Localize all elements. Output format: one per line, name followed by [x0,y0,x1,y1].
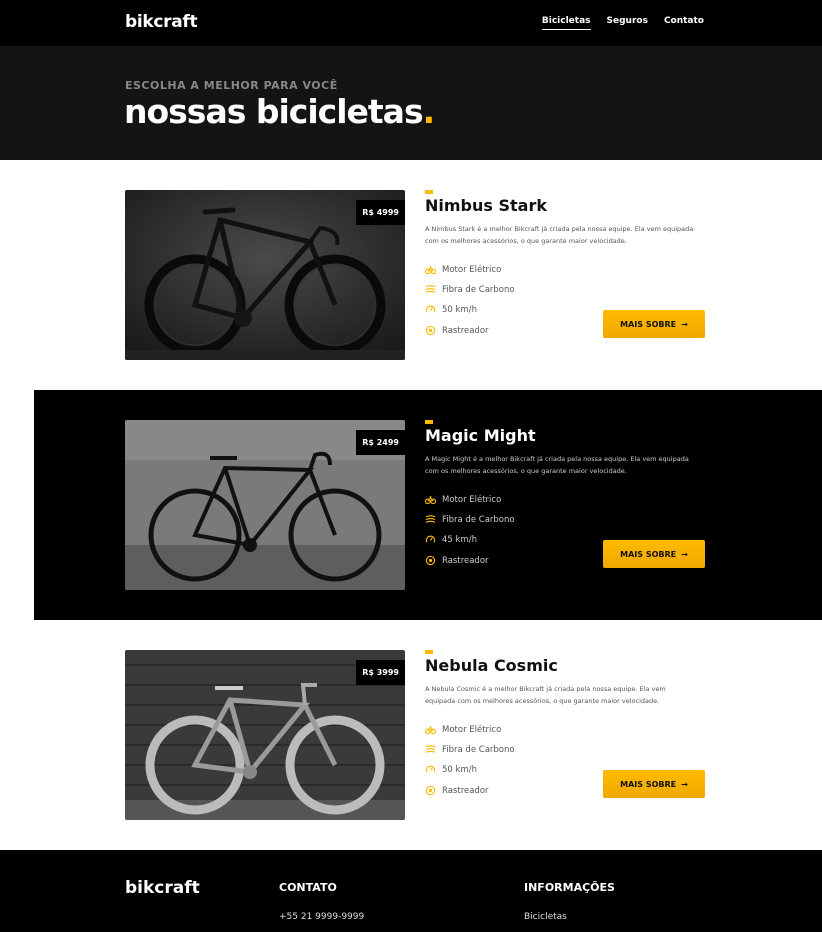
bike-card-magic-might: R$ 2499 Magic Might A Magic Might é a me… [34,390,822,620]
arrow-right-icon: → [681,779,688,789]
site-header: bikcraft Bicicletas Seguros Contato [0,0,822,46]
bike-icon [425,724,436,735]
hero-section: ESCOLHA A MELHOR PARA VOCÊ nossas bicicl… [0,46,822,160]
bike-card-nimbus-stark: R$ 4999 Nimbus Stark A Nimbus Stark é a … [0,160,822,390]
feature-speed: 45 km/h [425,534,477,545]
more-button-label: MAIS SOBRE [620,779,677,789]
main-nav: Bicicletas Seguros Contato [541,16,704,30]
bike-photo[interactable]: R$ 4999 [125,190,405,360]
feature-label: Rastreador [442,785,489,796]
footer-info-title: INFORMAÇÕES [524,881,615,894]
more-button-label: MAIS SOBRE [620,319,677,329]
feature-tracker: Rastreador [425,785,489,796]
feature-label: Fibra de Carbono [442,744,515,755]
footer-contato: CONTATO +55 21 9999-9999 [279,881,364,922]
bike-info: Nebula Cosmic A Nebula Cosmic é a melhor… [425,650,710,798]
page-title-text: nossas bicicletas [124,92,424,131]
feature-label: Motor Elétrico [442,724,502,735]
bike-photo[interactable]: R$ 2499 [125,420,405,590]
feature-label: Motor Elétrico [442,494,502,505]
feature-motor: Motor Elétrico [425,494,501,505]
bike-description: A Nebula Cosmic é a melhor Bikcraft já c… [425,685,666,705]
feature-carbon: Fibra de Carbono [425,514,515,525]
feature-speed: 50 km/h [425,304,477,315]
speed-icon [425,764,436,775]
feature-label: Fibra de Carbono [442,514,515,525]
footer-logo[interactable]: bikcraft [125,878,200,898]
accent-bar [425,650,433,654]
bike-name[interactable]: Magic Might [425,426,710,445]
nav-bicicletas[interactable]: Bicicletas [541,16,591,30]
feature-motor: Motor Elétrico [425,724,501,735]
footer-link-bicicletas[interactable]: Bicicletas [524,912,615,922]
bike-name[interactable]: Nimbus Stark [425,196,710,215]
title-dot: . [422,92,436,131]
footer-contato-title: CONTATO [279,881,337,894]
carbon-icon [425,514,436,525]
price-tag: R$ 4999 [356,200,405,225]
bike-description: A Nimbus Stark é a melhor Bikcraft já cr… [425,225,694,245]
price-tag: R$ 2499 [356,430,405,455]
hero-subtitle: ESCOLHA A MELHOR PARA VOCÊ [125,79,338,92]
speed-icon [425,304,436,315]
feature-carbon: Fibra de Carbono [425,284,515,295]
feature-label: 45 km/h [442,534,477,545]
footer-phone[interactable]: +55 21 9999-9999 [279,912,364,922]
accent-bar [425,420,433,424]
carbon-icon [425,284,436,295]
price-tag: R$ 3999 [356,660,405,685]
more-button-label: MAIS SOBRE [620,549,677,559]
feature-tracker: Rastreador [425,555,489,566]
bike-info: Nimbus Stark A Nimbus Stark é a melhor B… [425,190,710,338]
nav-seguros[interactable]: Seguros [607,16,648,30]
feature-label: Motor Elétrico [442,264,502,275]
bike-description: A Magic Might é a melhor Bikcraft já cri… [425,455,689,475]
bike-photo[interactable]: R$ 3999 [125,650,405,820]
bike-card-nebula-cosmic: R$ 3999 Nebula Cosmic A Nebula Cosmic é … [0,620,822,850]
tracker-icon [425,325,436,336]
feature-label: Fibra de Carbono [442,284,515,295]
carbon-icon [425,744,436,755]
arrow-right-icon: → [681,319,688,329]
feature-label: Rastreador [442,555,489,566]
accent-bar [425,190,433,194]
page-title: nossas bicicletas. [124,92,436,131]
arrow-right-icon: → [681,549,688,559]
nav-contato[interactable]: Contato [664,16,704,30]
more-button[interactable]: MAIS SOBRE → [603,770,705,798]
more-button[interactable]: MAIS SOBRE → [603,310,705,338]
footer-informacoes: INFORMAÇÕES Bicicletas [524,881,615,922]
feature-speed: 50 km/h [425,764,477,775]
feature-motor: Motor Elétrico [425,264,501,275]
feature-tracker: Rastreador [425,325,489,336]
more-button[interactable]: MAIS SOBRE → [603,540,705,568]
bike-icon [425,494,436,505]
feature-label: 50 km/h [442,764,477,775]
bike-icon [425,264,436,275]
feature-carbon: Fibra de Carbono [425,744,515,755]
feature-label: 50 km/h [442,304,477,315]
site-footer: bikcraft CONTATO +55 21 9999-9999 INFORM… [0,850,822,932]
feature-label: Rastreador [442,325,489,336]
speed-icon [425,534,436,545]
bike-name[interactable]: Nebula Cosmic [425,656,710,675]
logo[interactable]: bikcraft [125,12,198,32]
tracker-icon [425,785,436,796]
tracker-icon [425,555,436,566]
bike-info: Magic Might A Magic Might é a melhor Bik… [425,420,710,568]
